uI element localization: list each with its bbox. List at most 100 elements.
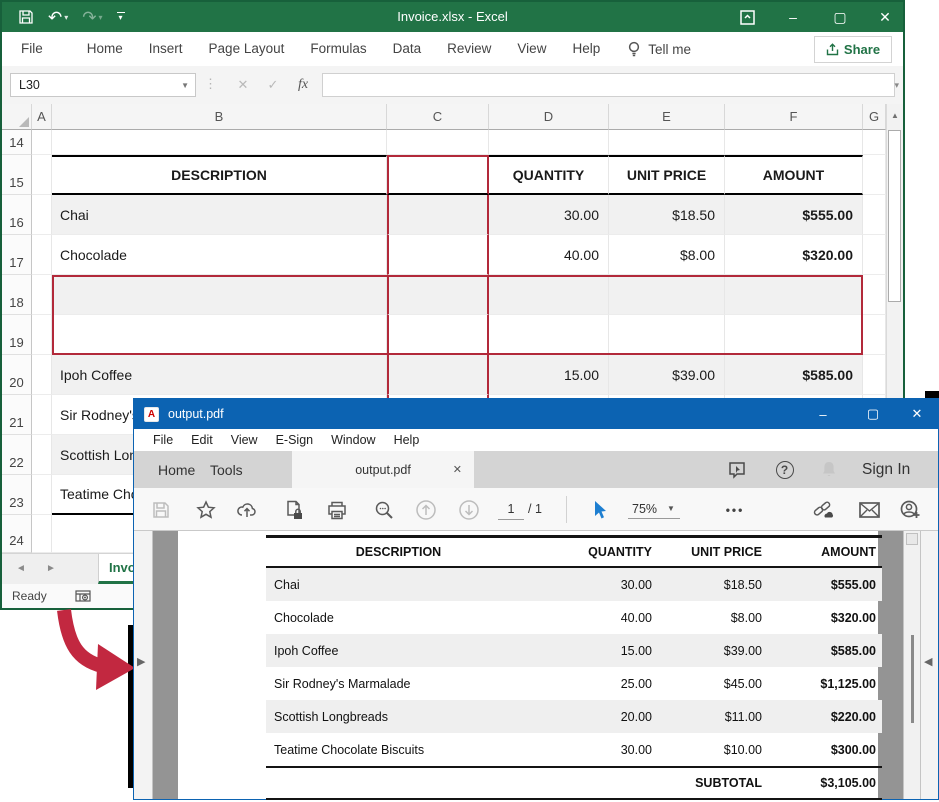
feedback-icon[interactable] bbox=[724, 457, 749, 482]
tab-formulas[interactable]: Formulas bbox=[297, 32, 379, 66]
scrollbar-thumb[interactable] bbox=[888, 130, 901, 302]
cell-desc[interactable]: Ipoh Coffee bbox=[52, 355, 387, 395]
tab-review[interactable]: Review bbox=[434, 32, 504, 66]
row-header[interactable]: 21 bbox=[2, 395, 32, 435]
scroll-up-icon[interactable]: ▲ bbox=[887, 104, 903, 126]
column-header-b[interactable]: B bbox=[52, 104, 387, 130]
name-box[interactable]: L30 ▼ bbox=[10, 73, 196, 97]
tab-help[interactable]: Help bbox=[559, 32, 613, 66]
formula-bar-expand-icon[interactable]: ▾ bbox=[894, 80, 899, 91]
left-pane-strip[interactable]: ▶ bbox=[134, 531, 153, 799]
column-header-a[interactable]: A bbox=[32, 104, 52, 130]
right-pane-strip[interactable]: ◀ bbox=[920, 531, 938, 799]
menu-view[interactable]: View bbox=[222, 433, 267, 447]
print-icon[interactable] bbox=[324, 497, 350, 523]
row-header[interactable]: 16 bbox=[2, 195, 32, 235]
cell-amount[interactable]: $585.00 bbox=[725, 355, 863, 395]
zoom-level-dropdown[interactable]: 75% ▼ bbox=[628, 499, 680, 519]
cell-amount[interactable]: $555.00 bbox=[725, 195, 863, 235]
menu-help[interactable]: Help bbox=[385, 433, 429, 447]
customize-qat-icon[interactable]: ▾ bbox=[117, 12, 125, 22]
undo-button[interactable]: ↶▾ bbox=[48, 9, 68, 26]
expand-left-pane-icon[interactable]: ▶ bbox=[137, 655, 145, 668]
share-cloud-icon[interactable] bbox=[234, 497, 260, 523]
help-icon[interactable]: ? bbox=[772, 457, 797, 482]
cell-desc[interactable]: Chai bbox=[52, 195, 387, 235]
row-header[interactable]: 17 bbox=[2, 235, 32, 275]
row-header[interactable]: 20 bbox=[2, 355, 32, 395]
cell-qty[interactable]: 15.00 bbox=[489, 355, 609, 395]
name-box-caret-icon[interactable]: ▼ bbox=[181, 81, 189, 90]
pdf-scrollbar-top[interactable] bbox=[906, 533, 918, 545]
ribbon-display-options-icon[interactable] bbox=[732, 2, 762, 32]
sheet-nav-left-icon[interactable]: ◄ bbox=[16, 563, 26, 574]
save-icon[interactable] bbox=[148, 497, 174, 523]
row-header[interactable]: 18 bbox=[2, 275, 32, 315]
expand-right-pane-icon[interactable]: ◀ bbox=[924, 655, 932, 668]
menu-file[interactable]: File bbox=[144, 433, 182, 447]
document-tab[interactable]: output.pdf ✕ bbox=[292, 451, 474, 488]
cell-price[interactable]: $39.00 bbox=[609, 355, 725, 395]
tab-home[interactable]: Home bbox=[158, 451, 195, 488]
cell-unit-price-header[interactable]: UNIT PRICE bbox=[609, 155, 725, 195]
acrobat-maximize-button[interactable]: ▢ bbox=[856, 399, 890, 429]
tab-view[interactable]: View bbox=[504, 32, 559, 66]
sheet-nav-right-icon[interactable]: ► bbox=[46, 563, 56, 574]
cell-description-header[interactable]: DESCRIPTION bbox=[52, 155, 387, 195]
column-header-d[interactable]: D bbox=[489, 104, 609, 130]
excel-minimize-button[interactable]: – bbox=[778, 2, 808, 32]
tab-page-layout[interactable]: Page Layout bbox=[196, 32, 298, 66]
page-number-input[interactable]: 1 bbox=[498, 499, 524, 520]
menu-edit[interactable]: Edit bbox=[182, 433, 222, 447]
menu-esign[interactable]: E-Sign bbox=[267, 433, 323, 447]
formula-input[interactable] bbox=[322, 73, 895, 97]
cell-price[interactable]: $8.00 bbox=[609, 235, 725, 275]
sign-in-button[interactable]: Sign In bbox=[862, 451, 910, 488]
redo-button[interactable]: ↷▾ bbox=[82, 9, 102, 26]
star-favorites-icon[interactable] bbox=[193, 497, 219, 523]
column-header-e[interactable]: E bbox=[609, 104, 725, 130]
cell-desc[interactable]: Chocolade bbox=[52, 235, 387, 275]
tab-data[interactable]: Data bbox=[380, 32, 435, 66]
tell-me-box[interactable]: Tell me bbox=[627, 41, 691, 58]
row-header[interactable]: 19 bbox=[2, 315, 32, 355]
column-header-g[interactable]: G bbox=[863, 104, 886, 130]
tab-insert[interactable]: Insert bbox=[136, 32, 196, 66]
more-tools-icon[interactable]: ••• bbox=[720, 497, 750, 523]
confirm-entry-icon[interactable]: ✓ bbox=[260, 73, 286, 97]
share-link-icon[interactable] bbox=[810, 497, 836, 523]
row-header[interactable]: 14 bbox=[2, 130, 32, 155]
row-header[interactable]: 24 bbox=[2, 515, 32, 553]
notification-bell-icon[interactable] bbox=[816, 457, 841, 482]
cell-qty[interactable]: 40.00 bbox=[489, 235, 609, 275]
cell-qty[interactable]: 30.00 bbox=[489, 195, 609, 235]
email-icon[interactable] bbox=[856, 497, 882, 523]
column-header-f[interactable]: F bbox=[725, 104, 863, 130]
tab-file[interactable]: File bbox=[8, 32, 56, 66]
cell-amount-header[interactable]: AMOUNT bbox=[725, 155, 863, 195]
profile-add-icon[interactable] bbox=[897, 497, 923, 523]
previous-page-icon[interactable] bbox=[413, 497, 439, 523]
acrobat-minimize-button[interactable]: – bbox=[806, 399, 840, 429]
excel-maximize-button[interactable]: ▢ bbox=[825, 2, 855, 32]
next-page-icon[interactable] bbox=[456, 497, 482, 523]
pdf-scrollbar-thumb[interactable] bbox=[911, 635, 914, 723]
row-header[interactable]: 22 bbox=[2, 435, 32, 475]
close-tab-icon[interactable]: ✕ bbox=[453, 463, 462, 476]
pdf-vertical-scrollbar[interactable] bbox=[903, 531, 920, 799]
tab-tools[interactable]: Tools bbox=[210, 451, 243, 488]
macro-record-icon[interactable] bbox=[75, 590, 91, 602]
insert-function-icon[interactable]: fx bbox=[290, 73, 316, 97]
acrobat-close-button[interactable]: ✕ bbox=[900, 399, 934, 429]
cell-price[interactable]: $18.50 bbox=[609, 195, 725, 235]
menu-window[interactable]: Window bbox=[322, 433, 384, 447]
save-icon[interactable] bbox=[18, 9, 34, 25]
select-cursor-icon[interactable] bbox=[586, 497, 612, 523]
cell-amount[interactable]: $320.00 bbox=[725, 235, 863, 275]
search-icon[interactable] bbox=[371, 497, 397, 523]
cancel-entry-icon[interactable]: ✕ bbox=[230, 73, 256, 97]
tab-home[interactable]: Home bbox=[74, 32, 136, 66]
column-header-c[interactable]: C bbox=[387, 104, 489, 130]
page-lock-icon[interactable] bbox=[281, 497, 307, 523]
row-header[interactable]: 23 bbox=[2, 475, 32, 515]
